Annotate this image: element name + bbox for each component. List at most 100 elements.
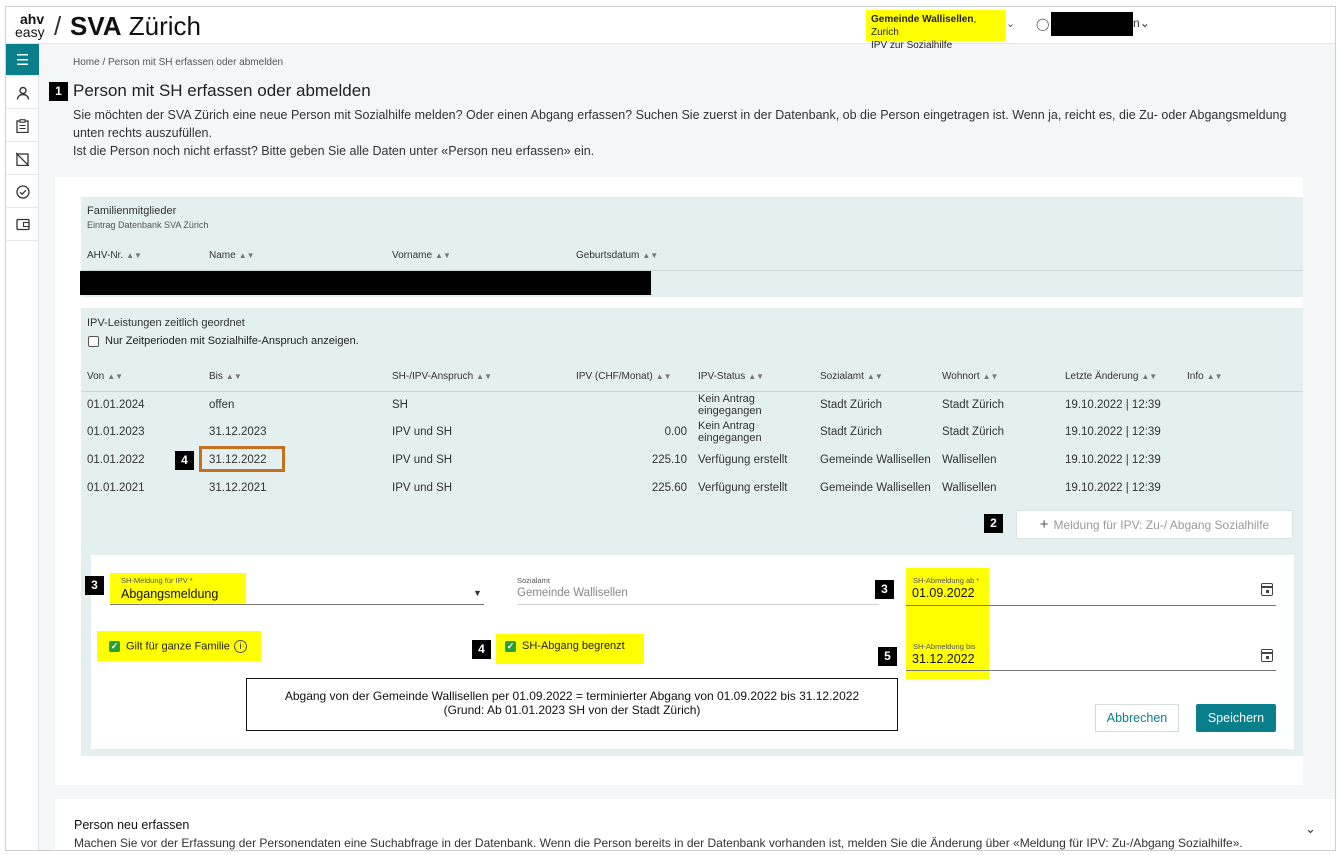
- dropdown-arrow-icon[interactable]: ▼: [473, 588, 482, 598]
- col-header-ahv[interactable]: AHV-Nr. ▲▼: [87, 250, 142, 261]
- col-header-info[interactable]: Info ▲▼: [1187, 371, 1223, 382]
- meldung-button[interactable]: + Meldung für IPV: Zu-/ Abgang Sozialhilf…: [1016, 510, 1293, 539]
- cell-status: Verfügung erstellt: [698, 482, 788, 494]
- cell-anspruch: SH: [392, 399, 408, 411]
- cell-wohnort: Stadt Zürich: [942, 426, 1004, 438]
- col-header-wohnort[interactable]: Wohnort ▲▼: [942, 371, 998, 382]
- cell-bis: 31.12.2023: [209, 426, 267, 438]
- breadcrumb[interactable]: Home / Person mit SH erfassen oder abmel…: [73, 57, 283, 68]
- cell-sozialamt: Stadt Zürich: [820, 399, 882, 411]
- cell-von: 01.01.2024: [87, 399, 145, 411]
- intro-line-1: Sie möchten der SVA Zürich eine neue Per…: [73, 108, 1287, 140]
- abmeldung-ab-label: SH-Abmeldung ab *: [913, 576, 980, 585]
- col-header-bis[interactable]: Bis ▲▼: [209, 371, 242, 382]
- meldung-button-label: Meldung für IPV: Zu-/ Abgang Sozialhilfe: [1053, 517, 1270, 532]
- gemeinde-selector[interactable]: Gemeinde Wallisellen, Zurich IPV zur Soz…: [866, 10, 1006, 51]
- cell-aenderung: 19.10.2022 | 12:39: [1065, 482, 1161, 494]
- chevron-down-icon[interactable]: ⌄: [1305, 821, 1316, 837]
- cell-ipv: 0.00: [664, 426, 687, 438]
- abmeldung-ab-input[interactable]: 01.09.2022: [912, 586, 975, 600]
- check-circle-icon[interactable]: [6, 176, 39, 208]
- top-bar: ahv easy / SVA Zürich Gemeinde Wallisell…: [6, 7, 1335, 51]
- sort-icon[interactable]: ▲▼: [435, 251, 451, 260]
- family-title: Familienmitglieder: [87, 205, 177, 217]
- sort-icon[interactable]: ▲▼: [126, 251, 142, 260]
- menu-icon[interactable]: ☰: [6, 44, 39, 76]
- clipboard-icon[interactable]: [6, 110, 39, 142]
- person-neu-section[interactable]: Person neu erfassen Machen Sie vor der E…: [55, 799, 1335, 850]
- redacted-user-name: [1051, 12, 1133, 36]
- col-header-von[interactable]: Von ▲▼: [87, 371, 123, 382]
- col-header-anspruch[interactable]: SH-/IPV-Anspruch ▲▼: [392, 371, 492, 382]
- sort-icon[interactable]: ▲▼: [748, 372, 764, 381]
- person-neu-title: Person neu erfassen: [74, 818, 190, 832]
- sort-icon[interactable]: ▲▼: [239, 251, 255, 260]
- person-neu-text: Machen Sie vor der Erfassung der Persone…: [74, 836, 1243, 850]
- family-subtitle: Eintrag Datenbank SVA Zürich: [87, 220, 209, 230]
- ganze-familie-label[interactable]: Gilt für ganze Familie i: [126, 640, 247, 653]
- cell-sozialamt: Stadt Zürich: [820, 426, 882, 438]
- cancel-button[interactable]: Abbrechen: [1095, 704, 1179, 732]
- sh-meldung-label: SH-Meldung für IPV *: [121, 576, 193, 585]
- logo-brand: SVA Zürich: [70, 11, 201, 42]
- save-button[interactable]: Speichern: [1196, 704, 1276, 732]
- logo-brand-text: Zürich: [128, 11, 202, 41]
- col-header-status[interactable]: IPV-Status ▲▼: [698, 371, 764, 382]
- col-header-geburtsdatum-label: Geburtsdatum: [576, 250, 640, 261]
- cell-anspruch: IPV und SH: [392, 426, 453, 438]
- annotation-line-1: Abgang von der Gemeinde Wallisellen per …: [284, 689, 860, 703]
- sort-icon[interactable]: ▲▼: [107, 372, 123, 381]
- field-underline: [906, 605, 1276, 606]
- gemeinde-line1: Gemeinde Wallisellen, Zurich: [871, 13, 1001, 39]
- sort-icon[interactable]: ▲▼: [656, 372, 672, 381]
- sort-icon[interactable]: ▲▼: [867, 372, 883, 381]
- calendar-icon[interactable]: [1261, 649, 1273, 662]
- clipboard-off-icon[interactable]: [6, 143, 39, 175]
- col-header-anspruch-label: SH-/IPV-Anspruch: [392, 371, 474, 382]
- col-header-ipv[interactable]: IPV (CHF/Monat) ▲▼: [576, 371, 672, 382]
- wallet-icon[interactable]: [6, 209, 39, 241]
- col-header-aenderung-label: Letzte Änderung: [1065, 371, 1139, 382]
- col-header-sozialamt[interactable]: Sozialamt ▲▼: [820, 371, 883, 382]
- col-header-status-label: IPV-Status: [698, 371, 746, 382]
- chevron-down-icon[interactable]: ⌄: [1006, 17, 1015, 30]
- abgang-begrenzt-label[interactable]: SH-Abgang begrenzt: [522, 640, 625, 652]
- cell-ipv: 225.60: [651, 482, 687, 494]
- logo-easy: easy: [15, 24, 45, 40]
- gemeinde-line2: IPV zur Sozialhilfe: [871, 40, 953, 51]
- user-icon[interactable]: ◯: [1036, 17, 1049, 31]
- person-icon[interactable]: [6, 77, 39, 109]
- abgang-begrenzt-checkbox[interactable]: ✓: [505, 641, 516, 652]
- cell-sozialamt: Gemeinde Wallisellen: [820, 482, 931, 494]
- user-menu-tail[interactable]: n⌄: [1133, 16, 1150, 30]
- annotation-badge-2: 2: [984, 514, 1003, 533]
- col-header-name[interactable]: Name ▲▼: [209, 250, 255, 261]
- col-header-aenderung[interactable]: Letzte Änderung ▲▼: [1065, 371, 1157, 382]
- col-header-vorname[interactable]: Vorname ▲▼: [392, 250, 451, 261]
- info-icon[interactable]: i: [233, 640, 247, 653]
- sozialamt-field: Gemeinde Wallisellen: [517, 587, 628, 599]
- annotation-badge-4: 4: [472, 640, 491, 659]
- calendar-icon[interactable]: [1261, 583, 1273, 596]
- filter-checkbox[interactable]: [88, 336, 99, 347]
- annotation-badge-1: 1: [49, 82, 68, 101]
- app-window: ahv easy / SVA Zürich Gemeinde Wallisell…: [5, 6, 1336, 851]
- cell-anspruch: IPV und SH: [392, 482, 453, 494]
- sort-icon[interactable]: ▲▼: [642, 251, 658, 260]
- col-header-geburtsdatum[interactable]: Geburtsdatum ▲▼: [576, 250, 658, 261]
- col-header-von-label: Von: [87, 371, 105, 382]
- abmeldung-bis-input[interactable]: 31.12.2022: [912, 652, 975, 666]
- sort-icon[interactable]: ▲▼: [226, 372, 242, 381]
- field-underline: [110, 604, 484, 605]
- sh-meldung-select[interactable]: Abgangsmeldung: [121, 587, 218, 601]
- sort-icon[interactable]: ▲▼: [1141, 372, 1157, 381]
- sort-icon[interactable]: ▲▼: [476, 372, 492, 381]
- sort-icon[interactable]: ▲▼: [983, 372, 999, 381]
- sort-icon[interactable]: ▲▼: [1207, 372, 1223, 381]
- ipv-title: IPV-Leistungen zeitlich geordnet: [87, 317, 245, 329]
- cell-sozialamt: Gemeinde Wallisellen: [820, 454, 931, 466]
- ganze-familie-checkbox[interactable]: ✓: [109, 641, 120, 652]
- filter-label[interactable]: Nur Zeitperioden mit Sozialhilfe-Anspruc…: [105, 335, 359, 347]
- logo-slash: /: [54, 11, 62, 41]
- cell-bis: offen: [209, 399, 235, 411]
